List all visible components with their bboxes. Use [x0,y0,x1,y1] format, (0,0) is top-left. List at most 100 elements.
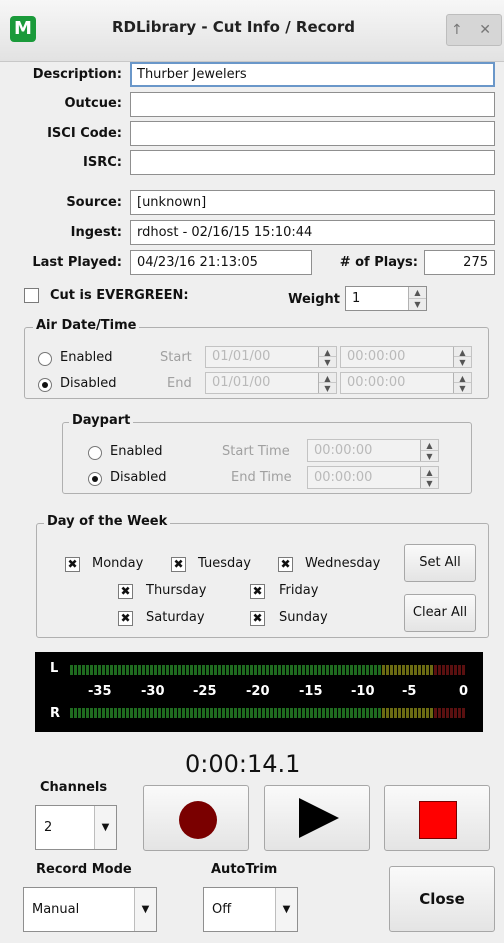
outcue-field[interactable] [130,92,495,117]
meter-segment [178,708,181,718]
meter-segment [258,665,261,675]
meter-segment [426,708,429,718]
meter-segment [330,708,333,718]
meter-segment [350,665,353,675]
daypart-start-label: Start Time [222,444,290,459]
record-mode-dropdown[interactable]: Manual ▼ [23,887,157,932]
meter-right-bar [70,708,468,718]
sunday-checkbox[interactable]: ✖ [250,611,265,626]
daypart-disabled-radio[interactable] [88,472,102,486]
meter-segment [70,665,73,675]
meter-segment [258,708,261,718]
meter-scale-20: -20 [246,684,270,699]
meter-segment [134,665,137,675]
spin-up-icon[interactable]: ▲ [409,287,426,299]
saturday-label: Saturday [146,610,205,625]
channels-dropdown[interactable]: 2 ▼ [35,805,117,850]
meter-segment [150,708,153,718]
meter-segment [198,708,201,718]
stop-button[interactable] [384,785,490,851]
meter-segment [346,708,349,718]
meter-segment [362,708,365,718]
evergreen-label: Cut is EVERGREEN: [50,288,189,303]
daypart-start-spin[interactable]: ▲ ▼ [420,440,438,461]
meter-left-label: L [50,661,59,676]
daypart-end-spin[interactable]: ▲ ▼ [420,467,438,488]
spin-down-icon[interactable]: ▼ [409,299,426,311]
meter-segment [430,665,433,675]
air-start-date-spin[interactable]: ▲ ▼ [318,347,336,367]
meter-segment [174,708,177,718]
meter-segment [418,708,421,718]
meter-segment [186,665,189,675]
evergreen-checkbox[interactable] [24,288,39,303]
play-button[interactable] [264,785,370,851]
meter-scale-25: -25 [193,684,217,699]
weight-spin-buttons[interactable]: ▲ ▼ [408,287,426,310]
meter-segment [274,665,277,675]
meter-segment [150,665,153,675]
chevron-down-icon[interactable]: ▼ [134,888,156,931]
thursday-checkbox[interactable]: ✖ [118,584,133,599]
close-button[interactable]: Close [389,866,495,932]
meter-segment [270,708,273,718]
meter-segment [314,708,317,718]
meter-segment [434,665,437,675]
meter-segment [442,708,445,718]
meter-segment [422,708,425,718]
window-controls[interactable]: ↑ ✕ [446,14,502,46]
wednesday-checkbox[interactable]: ✖ [278,557,293,572]
meter-segment [82,665,85,675]
isrc-field[interactable] [130,150,495,175]
meter-segment [122,708,125,718]
isci-field[interactable] [130,121,495,146]
autotrim-dropdown[interactable]: Off ▼ [203,887,298,932]
daypart-end-label: End Time [231,470,292,485]
meter-segment [310,708,313,718]
meter-segment [270,665,273,675]
meter-segment [210,708,213,718]
last-played-field[interactable]: 04/23/16 21:13:05 [130,250,312,275]
elapsed-time: 0:00:14.1 [185,750,301,778]
meter-segment [190,708,193,718]
description-field[interactable]: Thurber Jewelers [130,62,495,87]
friday-checkbox[interactable]: ✖ [250,584,265,599]
plays-field[interactable]: 275 [424,250,495,275]
tuesday-checkbox[interactable]: ✖ [171,557,186,572]
meter-scale-15: -15 [299,684,323,699]
meter-segment [434,708,437,718]
meter-scale-30: -30 [141,684,165,699]
record-icon [179,801,217,839]
record-button[interactable] [143,785,249,851]
air-start-time-spin[interactable]: ▲ ▼ [453,347,471,367]
meter-segment [414,708,417,718]
ingest-field[interactable]: rdhost - 02/16/15 15:10:44 [130,220,495,245]
meter-segment [114,665,117,675]
chevron-down-icon[interactable]: ▼ [275,888,297,931]
clear-all-button[interactable]: Clear All [404,594,476,632]
meter-segment [266,665,269,675]
air-end-time-spin[interactable]: ▲ ▼ [453,373,471,393]
air-date-enabled-radio[interactable] [38,352,52,366]
air-end-date-spin[interactable]: ▲ ▼ [318,373,336,393]
meter-segment [78,708,81,718]
meter-segment [90,708,93,718]
tuesday-label: Tuesday [198,556,251,571]
meter-segment [294,665,297,675]
meter-segment [74,708,77,718]
source-field[interactable]: [unknown] [130,190,495,215]
saturday-checkbox[interactable]: ✖ [118,611,133,626]
monday-checkbox[interactable]: ✖ [65,557,80,572]
chevron-down-icon[interactable]: ▼ [94,806,116,849]
air-date-title: Air Date/Time [33,318,140,333]
meter-segment [386,665,389,675]
set-all-button[interactable]: Set All [404,544,476,582]
meter-segment [366,665,369,675]
meter-segment [414,665,417,675]
meter-segment [102,708,105,718]
air-date-disabled-radio[interactable] [38,378,52,392]
meter-segment [222,665,225,675]
meter-segment [346,665,349,675]
meter-segment [246,708,249,718]
daypart-enabled-radio[interactable] [88,446,102,460]
